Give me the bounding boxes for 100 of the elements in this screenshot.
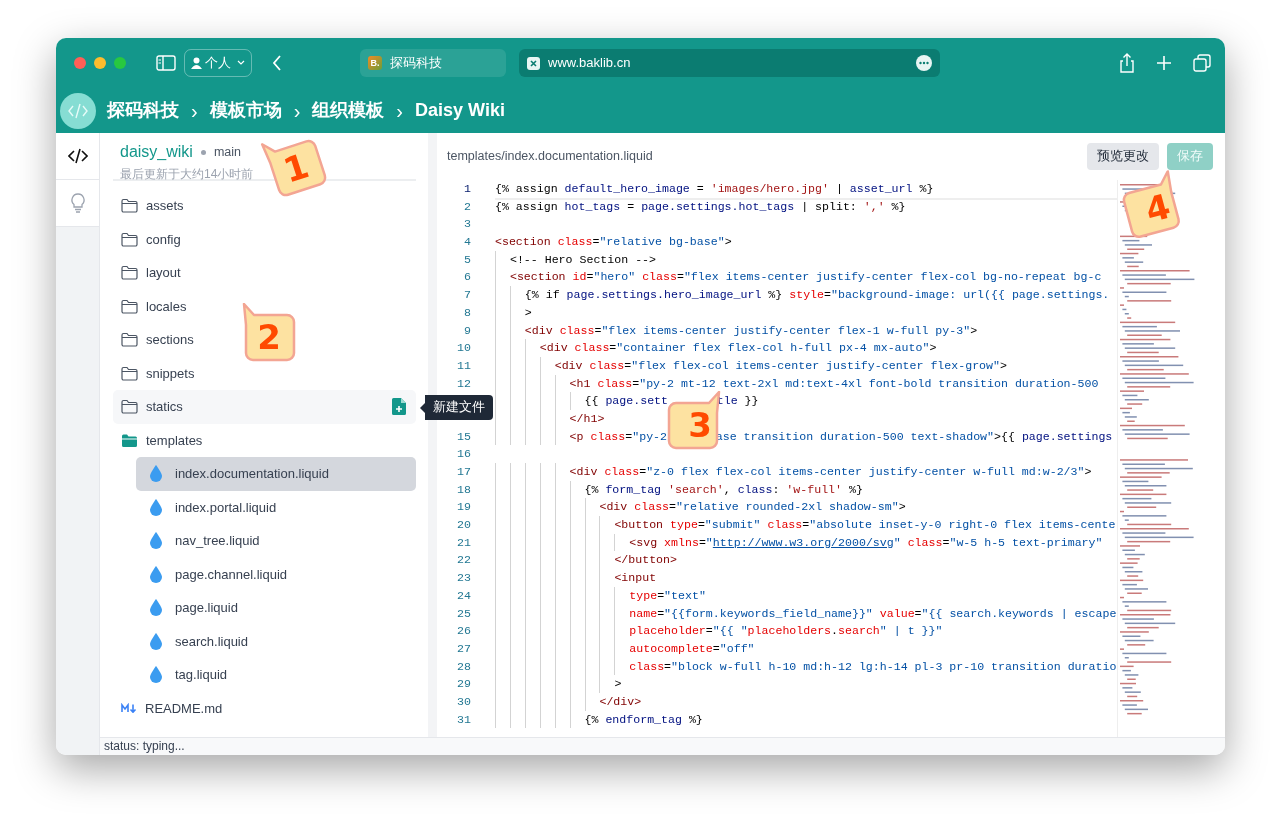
code-line: {% assign hot_tags = page.settings.hot_tags | split: ',' %} [495, 198, 906, 215]
code-logo-icon[interactable] [60, 92, 96, 129]
close-tab-icon[interactable] [527, 56, 540, 70]
code-line: type="text" [495, 586, 706, 605]
breadcrumb-link[interactable]: 模板市场 [209, 97, 282, 124]
back-icon[interactable] [272, 55, 282, 71]
tooltip: 新建文件 [420, 395, 493, 420]
breadcrumb-separator: › [396, 98, 403, 124]
line-number: 20 [456, 517, 471, 534]
profile-button[interactable]: 个人 [184, 49, 252, 77]
code-line: <div class="relative rounded-2xl shadow-sm"> [495, 498, 906, 517]
markdown-icon [121, 703, 137, 714]
line-number: 22 [456, 552, 471, 569]
line-number: 6 [463, 269, 471, 286]
file-tree-item[interactable]: locales [113, 289, 197, 323]
code-line: <div class="flex flex-col items-center justify-center flex-grow"> [495, 356, 1007, 375]
file-tree-item[interactable]: layout [113, 256, 191, 290]
repo-name[interactable]: daisy_wiki [120, 140, 193, 164]
code-line: <section class="relative bg-base"> [495, 234, 732, 251]
more-icon[interactable] [916, 55, 932, 71]
code-line: {{ page.sett tle }} [495, 392, 759, 410]
breadcrumb-separator: › [191, 98, 198, 124]
drop-icon [150, 565, 162, 583]
line-number: 7 [463, 287, 471, 304]
branch-name: main [213, 143, 241, 161]
code-line: </div> [495, 692, 642, 711]
file-tree-item[interactable]: sections [113, 323, 204, 357]
line-number: 10 [456, 340, 471, 357]
code-line: <section id="hero" class="flex items-center justify-center flex-col bg-no-repeat bg-c [495, 268, 1102, 287]
line-number: 28 [456, 658, 471, 675]
drop-icon [150, 465, 162, 483]
code-line: > [495, 675, 622, 693]
code-line: <button type="submit" class="absolute inset-y-0 right-0 flex items-cente [495, 516, 1116, 534]
code-icon[interactable] [67, 148, 88, 164]
code-line: {% form_tag 'search', class: 'w-full' %} [495, 480, 863, 499]
file-tree-item[interactable]: nav_tree.liquid [136, 524, 270, 558]
lightbulb-icon[interactable] [69, 193, 86, 213]
folder-icon [121, 365, 138, 381]
code-line: {% assign default_hero_image = 'images/hero.jpg' | asset_url %} [495, 180, 1117, 198]
line-number: 4 [463, 234, 471, 251]
line-number: 30 [456, 693, 471, 710]
favicon-icon: B. [368, 56, 382, 70]
line-number: 15 [456, 428, 471, 445]
file-tree-item[interactable]: config [113, 222, 191, 256]
folder-icon [121, 198, 138, 214]
drop-icon [150, 599, 162, 617]
file-tree-item[interactable]: page.liquid [136, 591, 248, 625]
code-line: <svg xmlns="http://www.w3.org/2000/svg" class="w-5 h-5 text-primary" [495, 533, 1103, 552]
file-path: templates/index.documentation.liquid [447, 148, 653, 166]
folder-icon [121, 298, 138, 314]
code-line: <div class="container flex flex-col h-full px-4 mx-auto"> [495, 339, 937, 357]
line-number: 3 [463, 216, 471, 233]
file-tree-item[interactable]: index.portal.liquid [136, 490, 287, 524]
file-tree-item[interactable]: assets [113, 189, 194, 223]
drop-icon [150, 532, 162, 550]
new-file-icon[interactable] [392, 398, 406, 416]
breadcrumb-link[interactable]: 组织模板 [312, 97, 385, 124]
code-line: <!-- Hero Section --> [495, 250, 657, 269]
file-tree-item[interactable]: search.liquid [136, 624, 258, 658]
line-number: 31 [456, 711, 471, 728]
browser-tab[interactable]: www.baklib.cn [519, 49, 940, 77]
code-line: > [495, 303, 532, 322]
plus-icon[interactable] [1157, 56, 1171, 70]
file-tree-item[interactable]: templates [113, 423, 213, 457]
preview-button[interactable]: 预览更改 [1087, 143, 1159, 170]
line-number: 8 [463, 304, 471, 321]
dot-icon [200, 149, 206, 155]
line-number: 5 [463, 251, 471, 268]
line-number: 12 [456, 375, 471, 392]
line-number: 26 [456, 623, 471, 640]
sidebar-icon[interactable] [156, 55, 176, 71]
code-line: <input [495, 569, 657, 587]
file-tree-item[interactable]: README.md [113, 691, 233, 725]
line-number: 27 [456, 640, 471, 657]
line-number: 18 [456, 481, 471, 498]
file-tree-item[interactable]: statics [113, 390, 416, 424]
tabs-overview-icon[interactable] [1193, 54, 1211, 72]
folder-icon [121, 231, 138, 247]
file-tree-item[interactable]: tag.liquid [136, 658, 238, 692]
folder-icon [121, 399, 138, 415]
code-line: name="{{form.keywords_field_name}}" value="{{ search.keywords | escape [495, 604, 1117, 623]
code-line: </h1> [495, 409, 605, 428]
breadcrumb-link[interactable]: 探码科技 [107, 97, 179, 124]
code-line: {% endform_tag %} [495, 710, 703, 729]
drop-icon [150, 632, 162, 650]
breadcrumb-link[interactable]: Daisy Wiki [415, 97, 505, 124]
drop-icon [150, 498, 162, 516]
line-number: 2 [463, 198, 471, 215]
share-icon[interactable] [1119, 53, 1135, 73]
status-text: status: typing... [104, 739, 185, 753]
folder-icon [121, 332, 138, 348]
minimize-button[interactable] [94, 57, 106, 69]
file-tree-item[interactable]: page.channel.liquid [136, 557, 298, 591]
folder-icon [121, 432, 138, 448]
line-number: 17 [456, 464, 471, 480]
code-line: <div class="flex items-center justify-center flex-1 w-full py-3"> [495, 321, 978, 340]
line-number: 19 [456, 499, 471, 516]
file-tree-item[interactable]: index.documentation.liquid [136, 457, 416, 491]
line-number: 16 [456, 446, 471, 463]
file-tree-item[interactable]: snippets [113, 356, 205, 390]
